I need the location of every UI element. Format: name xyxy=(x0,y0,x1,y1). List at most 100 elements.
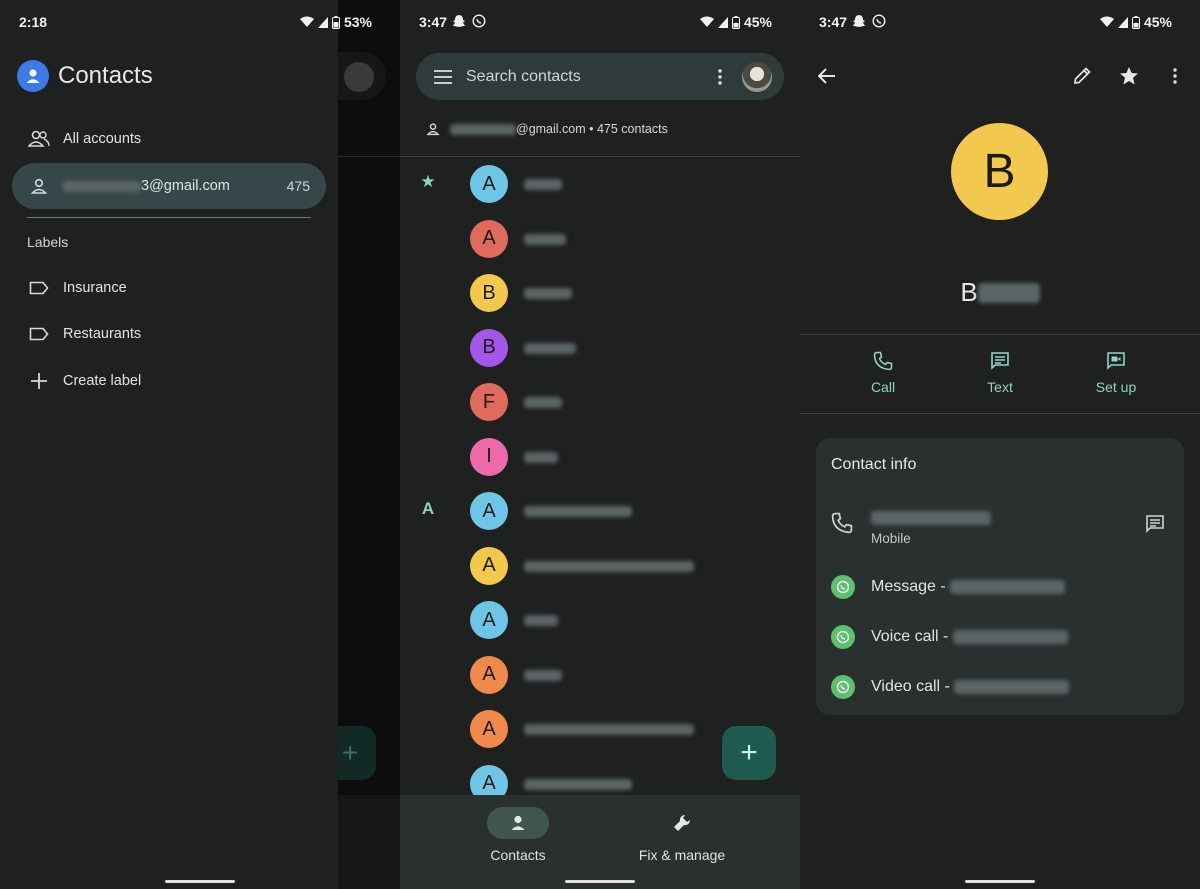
contact-avatar: A xyxy=(470,710,508,748)
star-icon[interactable] xyxy=(1115,62,1143,90)
whatsapp-icon xyxy=(831,575,855,599)
contact-info-title: Contact info xyxy=(831,456,917,473)
contact-row[interactable]: A xyxy=(400,593,800,647)
call-button[interactable]: Call xyxy=(833,349,933,395)
redacted-phone-number xyxy=(954,679,1070,694)
gesture-bar xyxy=(165,880,235,883)
redacted-contact-name xyxy=(524,233,566,245)
contacts-list-screen: 3:47 45% Search contacts @gmail.com • 47… xyxy=(400,0,800,889)
back-arrow-icon[interactable] xyxy=(813,62,841,90)
account-avatar[interactable] xyxy=(742,61,772,92)
contact-avatar: I xyxy=(470,437,508,476)
whatsapp-row-label: Message - xyxy=(871,578,1066,596)
menu-icon[interactable] xyxy=(432,66,454,88)
phone-type: Mobile xyxy=(871,531,911,546)
bottom-nav: Contacts Fix & manage xyxy=(400,795,800,889)
contact-name: B xyxy=(800,277,1200,308)
dimmed-add-fab: + xyxy=(338,726,376,780)
whatsapp-voice-call-row[interactable]: Voice call - xyxy=(816,623,1184,653)
redacted-phone-number xyxy=(950,579,1066,594)
whatsapp-video-call-row[interactable]: Video call - xyxy=(816,673,1184,703)
wifi-icon xyxy=(299,16,314,27)
setup-button[interactable]: Set up xyxy=(1066,349,1166,395)
status-bar: 3:47 45% xyxy=(800,0,1200,44)
wifi-icon xyxy=(699,16,714,27)
scrim[interactable]: + xyxy=(338,0,400,889)
account-count: 475 xyxy=(286,178,310,194)
contact-row[interactable]: F xyxy=(400,375,800,429)
add-contact-button[interactable]: + xyxy=(722,726,776,780)
contact-row[interactable]: ★ A xyxy=(400,157,800,211)
dimmed-bottom-nav xyxy=(338,795,400,889)
drawer-item-account[interactable]: 3@gmail.com 475 xyxy=(12,163,326,209)
more-vert-icon[interactable] xyxy=(708,65,732,89)
dimmed-divider xyxy=(338,156,400,157)
drawer-item-create-label[interactable]: Create label xyxy=(12,358,326,404)
whatsapp-status-icon xyxy=(872,14,886,28)
contact-avatar: A xyxy=(470,655,508,694)
redacted-text xyxy=(63,180,141,192)
search-input[interactable]: Search contacts xyxy=(466,68,708,86)
avatar-initial: B xyxy=(983,145,1016,198)
account-email: 3@gmail.com xyxy=(141,178,230,194)
battery-icon xyxy=(1131,15,1140,29)
redacted-contact-name xyxy=(524,560,694,572)
snapchat-icon xyxy=(852,15,866,27)
account-summary: @gmail.com • 475 contacts xyxy=(426,122,668,136)
contact-row[interactable]: A xyxy=(400,212,800,266)
account-summary-text: @gmail.com • 475 contacts xyxy=(516,122,668,136)
status-time: 2:18 xyxy=(19,14,48,30)
contacts-drawer-screen: + 2:18 53% Contacts All accounts 3@gmail… xyxy=(0,0,400,889)
drawer-item-all-accounts[interactable]: All accounts xyxy=(12,116,326,162)
person-icon xyxy=(487,807,549,839)
contact-row[interactable]: AA xyxy=(400,484,800,538)
contact-row[interactable]: I xyxy=(400,430,800,484)
whatsapp-icon xyxy=(831,625,855,649)
contact-row[interactable]: A xyxy=(400,539,800,593)
labels-heading: Labels xyxy=(27,234,69,250)
navigation-drawer: 2:18 53% Contacts All accounts 3@gmail.c… xyxy=(0,0,372,889)
whatsapp-row-label: Video call - xyxy=(871,678,1070,696)
search-bar[interactable]: Search contacts xyxy=(416,53,784,100)
drawer-item-label: Insurance xyxy=(63,280,127,296)
people-icon xyxy=(28,128,50,150)
nav-item-contacts[interactable]: Contacts xyxy=(448,807,588,863)
message-icon[interactable] xyxy=(1144,514,1168,538)
whatsapp-row-label: Voice call - xyxy=(871,628,1068,646)
battery-percent: 53% xyxy=(343,14,372,30)
status-time: 3:47 xyxy=(819,14,848,30)
text-button[interactable]: Text xyxy=(950,349,1050,395)
contact-row[interactable]: B xyxy=(400,266,800,320)
row-text: Voice call - xyxy=(871,628,949,645)
dimmed-avatar xyxy=(344,62,374,92)
edit-pencil-icon[interactable] xyxy=(1068,62,1096,90)
drawer-item-label-insurance[interactable]: Insurance xyxy=(12,265,326,311)
redacted-contact-name xyxy=(524,506,632,517)
status-icons: 53% xyxy=(299,14,372,30)
redacted-text xyxy=(977,283,1040,303)
gesture-bar xyxy=(565,880,635,883)
redacted-phone-number xyxy=(871,511,991,525)
status-bar: 2:18 53% xyxy=(0,0,372,44)
plus-icon xyxy=(28,370,50,392)
drawer-item-label: All accounts xyxy=(63,131,142,147)
person-icon xyxy=(28,175,50,197)
action-label: Call xyxy=(870,379,896,395)
contact-avatar: A xyxy=(470,492,508,530)
status-bar: 3:47 45% xyxy=(400,0,800,44)
contact-avatar: A xyxy=(470,601,508,639)
whatsapp-message-row[interactable]: Message - xyxy=(816,573,1184,603)
redacted-contact-name xyxy=(524,397,562,408)
drawer-item-label-restaurants[interactable]: Restaurants xyxy=(12,311,326,357)
redacted-contact-name xyxy=(524,669,562,681)
phone-number-row[interactable]: Mobile xyxy=(816,502,1184,552)
contact-row[interactable]: B xyxy=(400,321,800,375)
plus-icon: + xyxy=(740,736,758,769)
drawer-title: Contacts xyxy=(58,62,153,89)
quick-actions: Call Text Set up xyxy=(800,334,1200,414)
drawer-divider xyxy=(27,217,311,218)
notification-icons xyxy=(452,14,486,28)
more-vert-icon[interactable] xyxy=(1161,62,1189,90)
contact-row[interactable]: A xyxy=(400,648,800,702)
nav-item-fix-manage[interactable]: Fix & manage xyxy=(612,807,752,863)
